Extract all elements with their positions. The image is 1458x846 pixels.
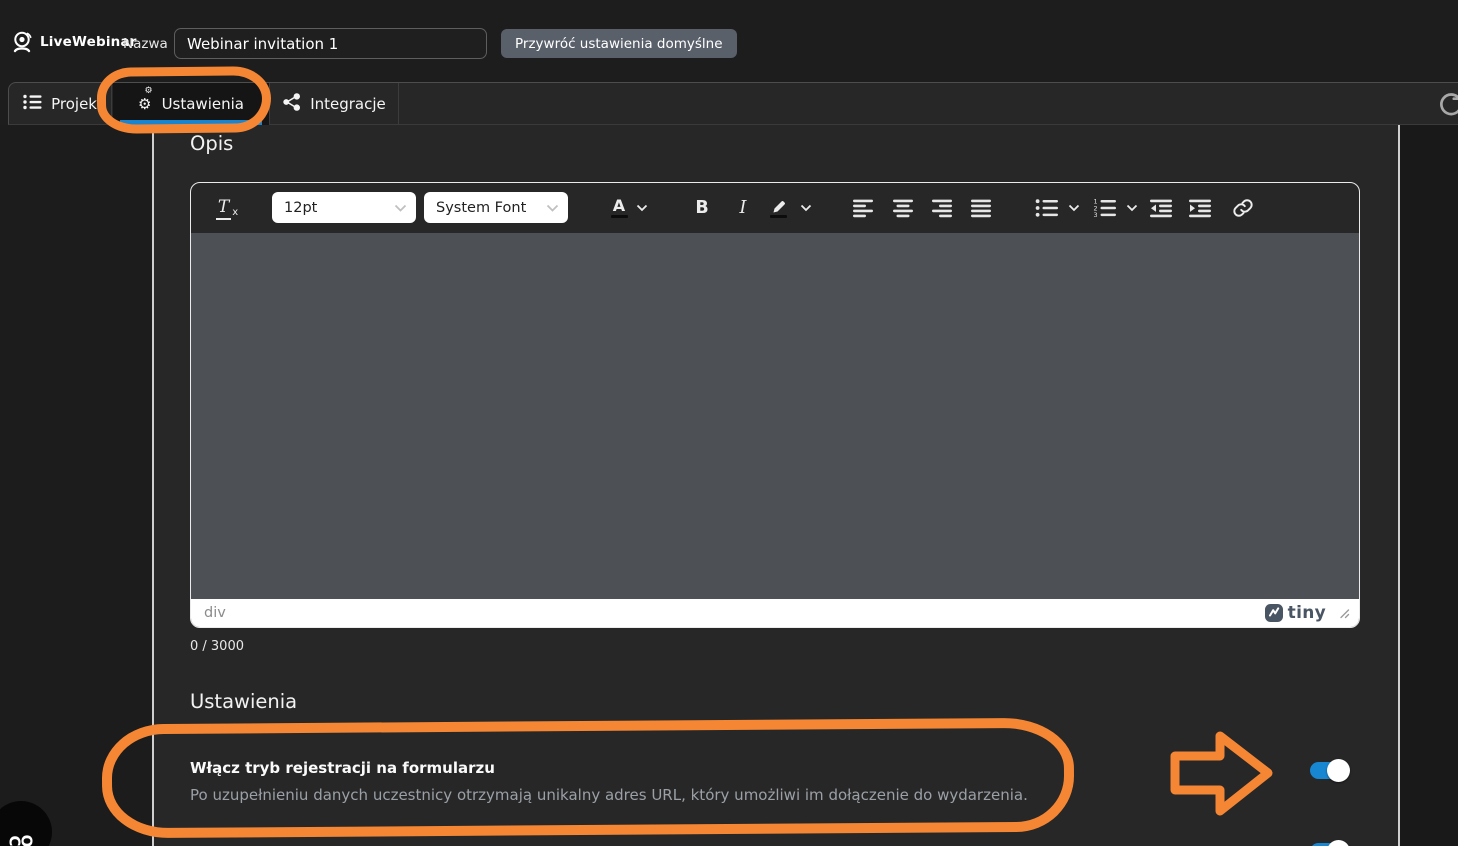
tab-projekt[interactable]: Projekt [15,83,112,125]
font-family-value: System Font [436,200,526,216]
font-family-select[interactable]: System Font [424,192,568,223]
right-panel-area [1400,125,1458,846]
highlight-color-button[interactable] [765,196,791,220]
numbered-list-dropdown[interactable] [1125,196,1139,220]
tab-integracje[interactable]: Integracje [271,83,399,125]
name-label: Nazwa [123,36,168,52]
tab-label: Projekt [51,95,103,113]
tab-bar: Projekt ⚙⚙ Ustawienia Integracje [8,82,1458,125]
tab-label: Integracje [310,95,386,113]
toggle-knob [1327,759,1350,782]
list-icon [23,94,42,114]
tiny-logo[interactable]: tiny [1264,603,1326,623]
numbered-list-button[interactable]: 123 [1093,196,1117,220]
content-divider-right [1398,125,1400,846]
editor-toolbar: Tx 12pt System Font A B I [191,183,1359,233]
content-divider-left [152,125,154,846]
resize-handle-icon[interactable] [1338,604,1350,623]
font-size-select[interactable]: 12pt [272,192,416,223]
bold-button[interactable]: B [689,196,715,220]
clear-formatting-button[interactable]: Tx [213,196,241,220]
app-root: LiveWebinar Nazwa Przywróć ustawienia do… [0,0,1458,846]
registration-toggle[interactable] [1310,762,1347,779]
editor-canvas[interactable] [191,233,1359,599]
text-color-dropdown[interactable] [635,196,649,220]
highlight-color-dropdown[interactable] [799,196,813,220]
tiny-brand-text: tiny [1288,603,1326,623]
top-header: LiveWebinar Nazwa Przywróć ustawienia do… [0,0,1458,82]
text-color-swatch [611,215,628,218]
refresh-icon[interactable] [1437,91,1458,119]
char-counter: 0 / 3000 [190,639,244,654]
align-right-button[interactable] [930,196,954,220]
editor-statusbar: div tiny [191,599,1359,627]
left-panel-area [0,125,152,846]
justify-button[interactable] [969,196,993,220]
outdent-button[interactable] [1149,196,1173,220]
highlight-color-swatch [770,215,787,218]
gears-icon: ⚙⚙ [138,97,153,112]
italic-button[interactable]: I [732,196,754,220]
webinar-name-input[interactable] [174,28,487,59]
bullet-list-dropdown[interactable] [1067,196,1081,220]
indent-button[interactable] [1188,196,1212,220]
align-left-button[interactable] [851,196,875,220]
setting-description: Po uzupełnieniu danych uczestnicy otrzym… [190,786,1028,804]
svg-text:3: 3 [1094,211,1098,218]
text-color-button[interactable]: A [607,196,631,220]
setting-title: Włącz tryb rejestracji na formularzu [190,759,495,777]
settings-heading: Ustawienia [190,690,297,713]
tab-label: Ustawienia [162,95,244,113]
integrations-icon [283,93,301,115]
opis-heading: Opis [190,132,233,155]
livewebinar-brand[interactable]: LiveWebinar [10,30,137,54]
webcam-logo-icon [10,30,34,54]
align-center-button[interactable] [891,196,915,220]
element-path[interactable]: div [204,605,226,621]
rich-text-editor: Tx 12pt System Font A B I [190,182,1360,628]
bullet-list-button[interactable] [1035,196,1059,220]
font-size-value: 12pt [284,200,317,216]
restore-defaults-button[interactable]: Przywróć ustawienia domyślne [501,29,737,58]
link-button[interactable] [1230,196,1256,220]
tab-ustawienia[interactable]: ⚙⚙ Ustawienia [113,83,270,125]
